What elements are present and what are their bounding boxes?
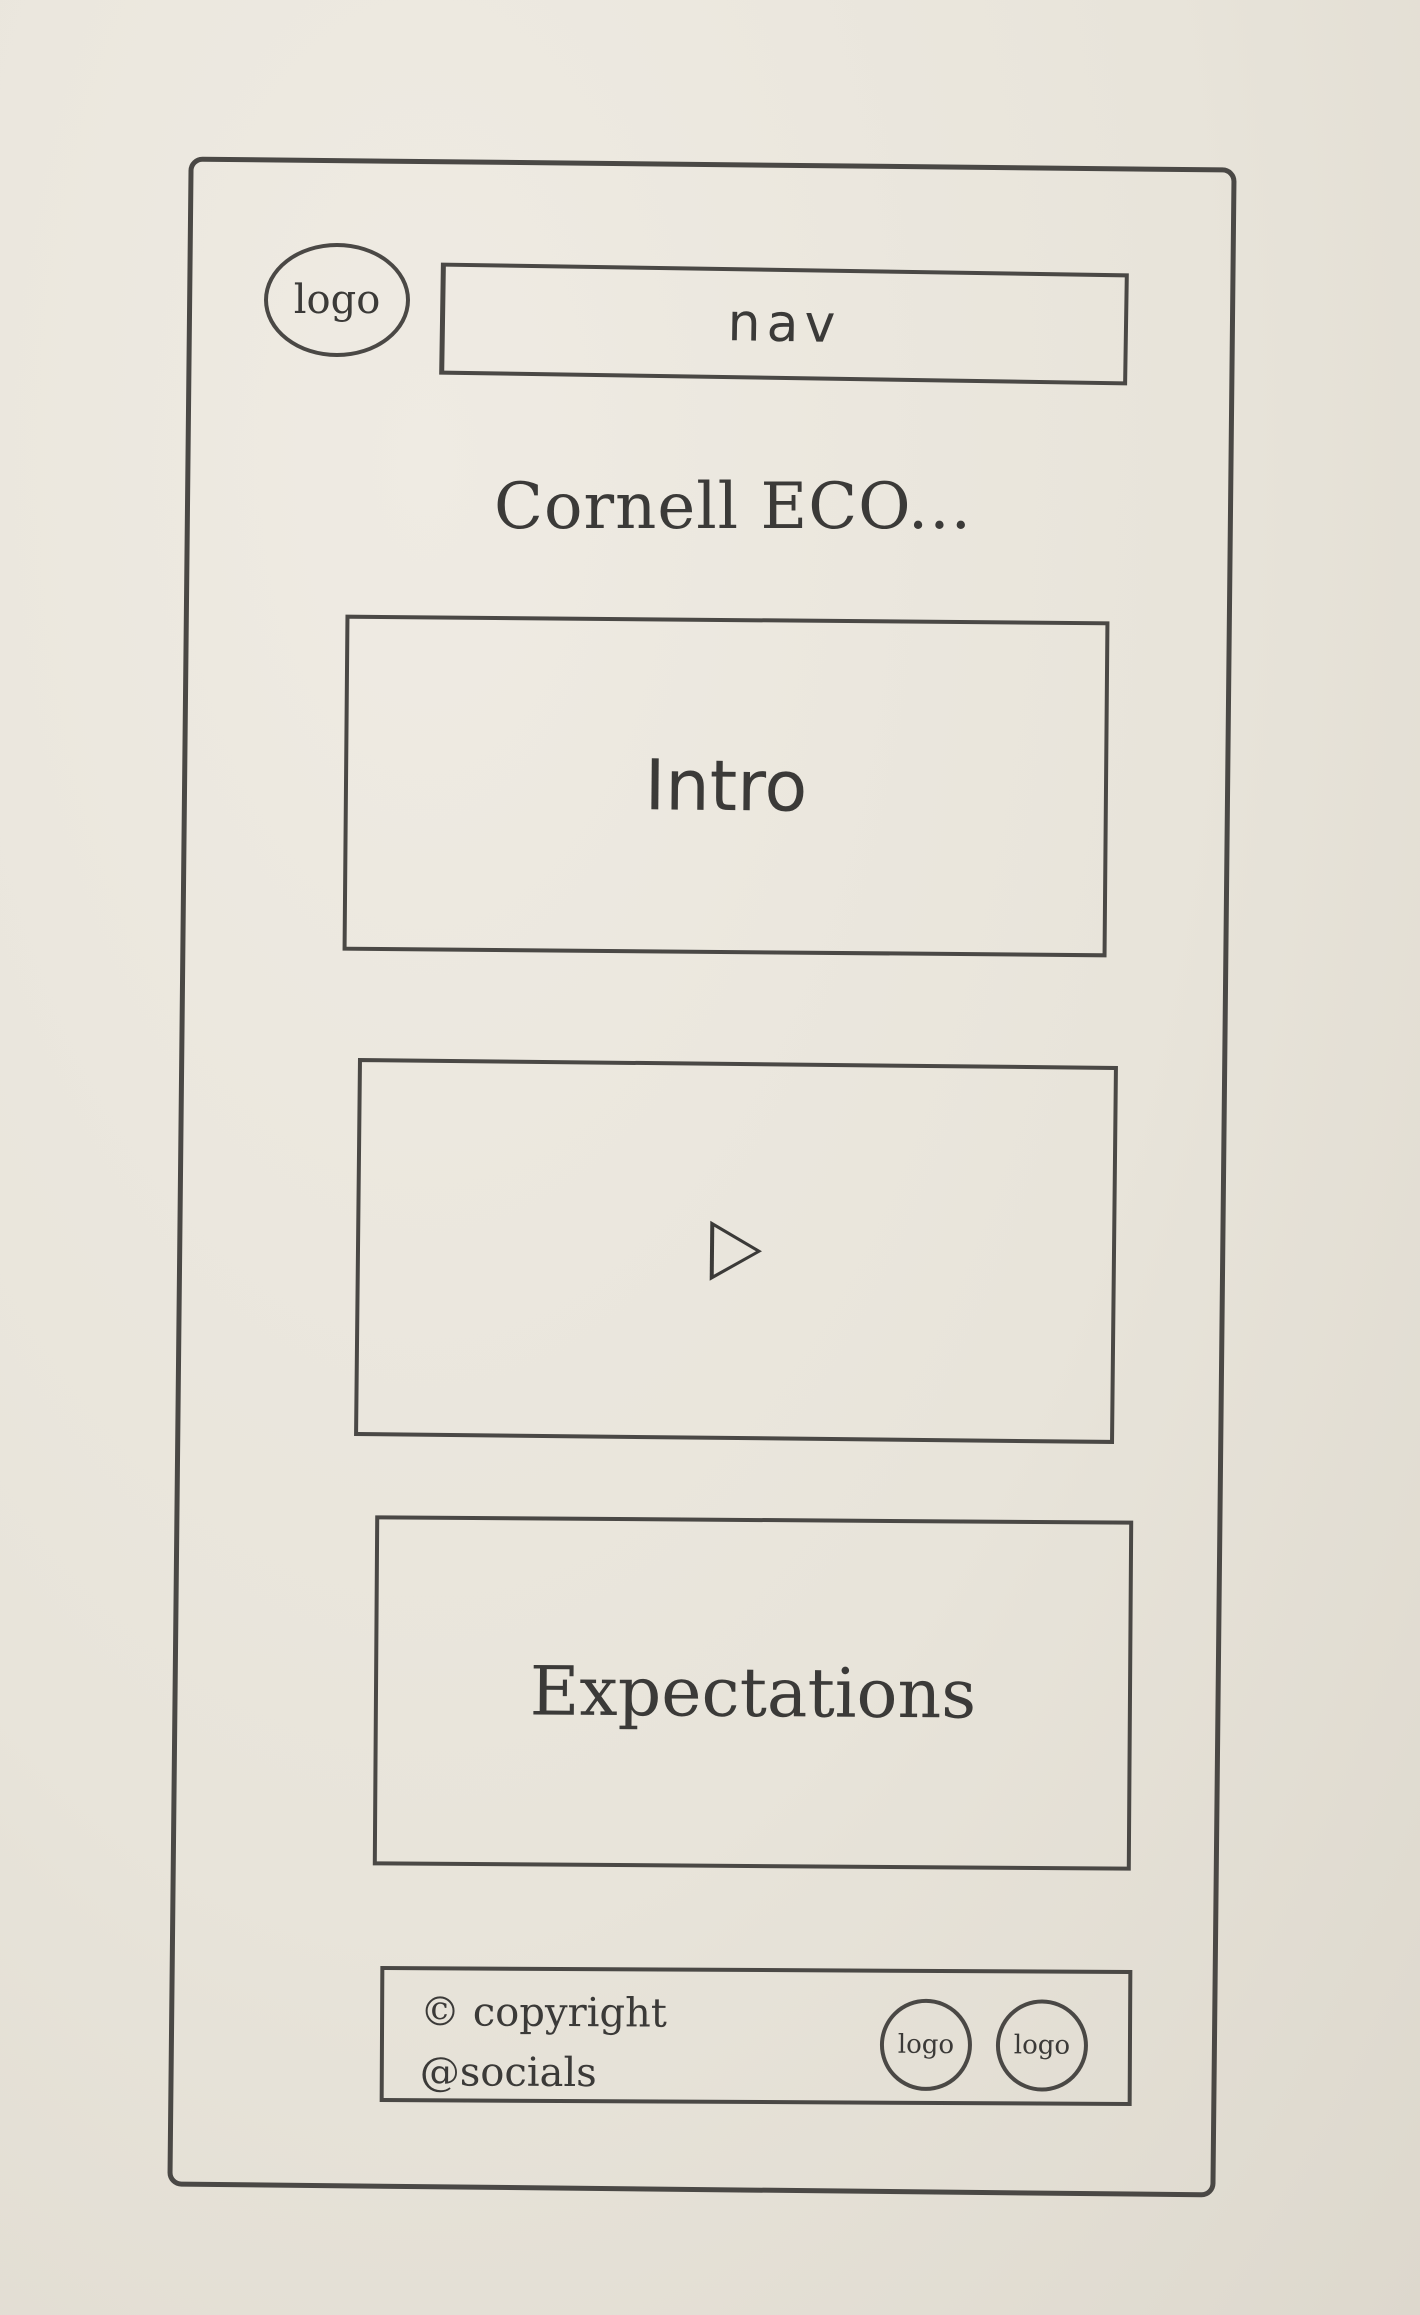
video-section[interactable] [354,1058,1118,1444]
intro-label: Intro [644,744,808,828]
footer-text: © copyright @socials [420,1982,667,2103]
intro-section: Intro [342,614,1110,958]
socials-link[interactable]: @socials [420,2042,667,2103]
footer: © copyright @socials logo logo [379,1966,1133,2106]
expectations-label: Expectations [529,1651,977,1735]
site-logo[interactable]: logo [264,243,410,357]
copyright-text: © copyright [419,1989,668,2037]
play-icon[interactable] [709,1220,763,1282]
sketch-paper: logo nav Cornell ECO... Intro Expectatio… [0,0,1420,2315]
footer-logo-2[interactable]: logo [995,1999,1089,2092]
page-title: Cornell ECO... [494,470,972,544]
footer-logos: logo logo [879,1998,1089,2092]
nav-bar[interactable]: nav [439,262,1129,386]
footer-logo-1[interactable]: logo [879,1998,973,2092]
expectations-section: Expectations [372,1515,1134,1871]
